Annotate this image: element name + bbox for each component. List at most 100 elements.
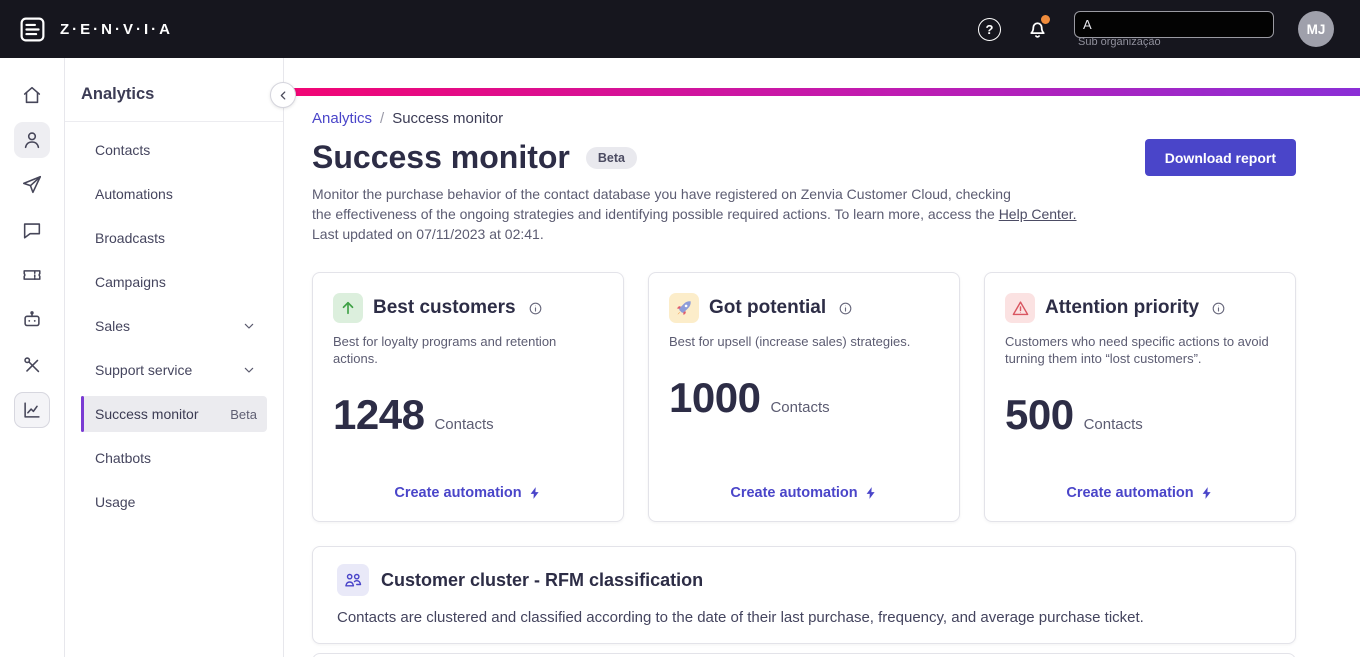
top-header: Z·E·N·V·I·A ? A Sub organização MJ — [0, 0, 1360, 58]
organization-selector[interactable]: A Sub organização — [1074, 10, 1274, 48]
rail-item-analytics[interactable] — [14, 392, 50, 428]
create-automation-link[interactable]: Create automation — [730, 485, 877, 501]
notification-dot — [1041, 14, 1050, 24]
breadcrumb-analytics-link[interactable]: Analytics — [312, 110, 372, 127]
card-unit: Contacts — [1083, 416, 1143, 433]
analytics-icon — [21, 399, 43, 421]
sidebar-item-broadcasts[interactable]: Broadcasts — [81, 220, 267, 256]
organization-name-redacted: A — [1074, 10, 1274, 38]
main-top-space — [284, 58, 1360, 88]
card-unit: Contacts — [770, 399, 830, 416]
card-got-potential: Got potential Best for upsell (increase … — [648, 272, 960, 522]
home-icon — [21, 84, 43, 106]
lightning-icon — [864, 486, 878, 500]
next-section-card-edge — [312, 653, 1296, 657]
bot-icon — [21, 309, 43, 331]
sidebar-item-chatbots[interactable]: Chatbots — [81, 440, 267, 476]
sidebar-item-success-monitor[interactable]: Success monitor Beta — [81, 396, 267, 432]
help-icon: ? — [978, 17, 1001, 41]
sidebar-title: Analytics — [65, 58, 283, 122]
sidebar-nav: Contacts Automations Broadcasts Campaign… — [65, 122, 283, 520]
chat-icon — [21, 219, 43, 241]
header-actions: ? A Sub organização MJ — [978, 10, 1334, 48]
arrow-up-icon — [333, 293, 363, 323]
page-beta-badge: Beta — [585, 146, 637, 169]
help-center-link[interactable]: Help Center. — [999, 206, 1077, 222]
brand-name: Z·E·N·V·I·A — [60, 20, 173, 38]
card-description: Best for upsell (increase sales) strateg… — [669, 334, 911, 349]
rail-item-home[interactable] — [14, 77, 50, 113]
main-area: Analytics / Success monitor Success moni… — [284, 58, 1360, 657]
active-indicator — [81, 396, 84, 432]
card-count: 500 — [1005, 391, 1074, 438]
sidebar-item-automations[interactable]: Automations — [81, 176, 267, 212]
beta-badge: Beta — [230, 406, 257, 422]
sidebar-item-label: Usage — [95, 494, 136, 510]
sidebar-item-label: Sales — [95, 318, 131, 334]
rail-item-bots[interactable] — [14, 302, 50, 338]
people-icon — [337, 564, 369, 596]
contacts-icon — [21, 129, 43, 151]
card-description: Best for loyalty programs and retention … — [333, 334, 557, 366]
info-icon[interactable] — [528, 301, 543, 316]
page-content: Analytics / Success monitor Success moni… — [284, 96, 1360, 657]
sidebar-item-label: Contacts — [95, 142, 151, 158]
create-automation-link[interactable]: Create automation — [1066, 485, 1213, 501]
rail-item-tools[interactable] — [14, 347, 50, 383]
breadcrumb: Analytics / Success monitor — [312, 110, 1360, 127]
create-automation-link[interactable]: Create automation — [394, 485, 541, 501]
app-body: Analytics Contacts Automations Broadcast… — [0, 58, 1360, 657]
sidebar-item-label: Chatbots — [95, 450, 152, 466]
info-icon[interactable] — [1211, 301, 1226, 316]
cluster-title: Customer cluster - RFM classification — [381, 569, 704, 590]
rocket-icon — [669, 293, 699, 323]
description-line-2: the effectiveness of the ongoing strateg… — [312, 206, 999, 222]
card-attention-priority: Attention priority Customers who need sp… — [984, 272, 1296, 522]
tools-icon — [21, 354, 43, 376]
sidebar-item-label: Support service — [95, 362, 193, 378]
card-head: Got potential — [669, 293, 939, 323]
notifications-button[interactable] — [1025, 14, 1050, 42]
avatar[interactable]: MJ — [1298, 11, 1334, 47]
download-report-button[interactable]: Download report — [1144, 139, 1296, 176]
send-icon — [21, 174, 43, 196]
customer-cluster-card: Customer cluster - RFM classification Co… — [312, 546, 1296, 644]
sidebar-item-usage[interactable]: Usage — [81, 484, 267, 520]
breadcrumb-separator: / — [380, 110, 385, 127]
card-count: 1248 — [333, 391, 425, 438]
sidebar-item-contacts[interactable]: Contacts — [81, 132, 267, 168]
card-head: Best customers — [333, 293, 603, 323]
chevron-down-icon — [241, 318, 257, 334]
card-count-row: 1248 Contacts — [333, 391, 603, 439]
info-icon[interactable] — [838, 301, 853, 316]
card-count-row: 1000 Contacts — [669, 374, 939, 422]
last-updated-text: Last updated on 07/11/2023 at 02:41. — [312, 226, 544, 242]
rail-item-broadcasts[interactable] — [14, 167, 50, 203]
card-unit: Contacts — [434, 416, 494, 433]
cluster-description: Contacts are clustered and classified ac… — [337, 609, 1144, 626]
card-title: Best customers — [373, 297, 516, 318]
card-description: Customers who need specific actions to a… — [1005, 334, 1269, 366]
rail-item-tickets[interactable] — [14, 257, 50, 293]
breadcrumb-current: Success monitor — [392, 110, 504, 127]
create-automation-label: Create automation — [730, 485, 858, 501]
rail-item-contacts[interactable] — [14, 122, 50, 158]
card-count-row: 500 Contacts — [1005, 391, 1275, 439]
sidebar-collapse-button[interactable] — [270, 82, 296, 108]
sidebar-item-label: Campaigns — [95, 274, 166, 290]
page-description: Monitor the purchase behavior of the con… — [312, 184, 1360, 244]
lightning-icon — [1200, 486, 1214, 500]
card-title: Attention priority — [1045, 297, 1200, 318]
stat-cards-row: Best customers Best for loyalty programs… — [312, 272, 1296, 522]
card-head: Attention priority — [1005, 293, 1275, 323]
cluster-head: Customer cluster - RFM classification — [337, 564, 1271, 596]
sidebar-item-campaigns[interactable]: Campaigns — [81, 264, 267, 300]
rail-item-conversations[interactable] — [14, 212, 50, 248]
sidebar-item-label: Broadcasts — [95, 230, 166, 246]
sidebar-item-support-service[interactable]: Support service — [81, 352, 267, 388]
help-button[interactable]: ? — [978, 17, 1001, 41]
card-count: 1000 — [669, 374, 761, 421]
sidebar-item-sales[interactable]: Sales — [81, 308, 267, 344]
create-automation-label: Create automation — [1066, 485, 1194, 501]
zenvia-logo-icon — [18, 15, 47, 44]
